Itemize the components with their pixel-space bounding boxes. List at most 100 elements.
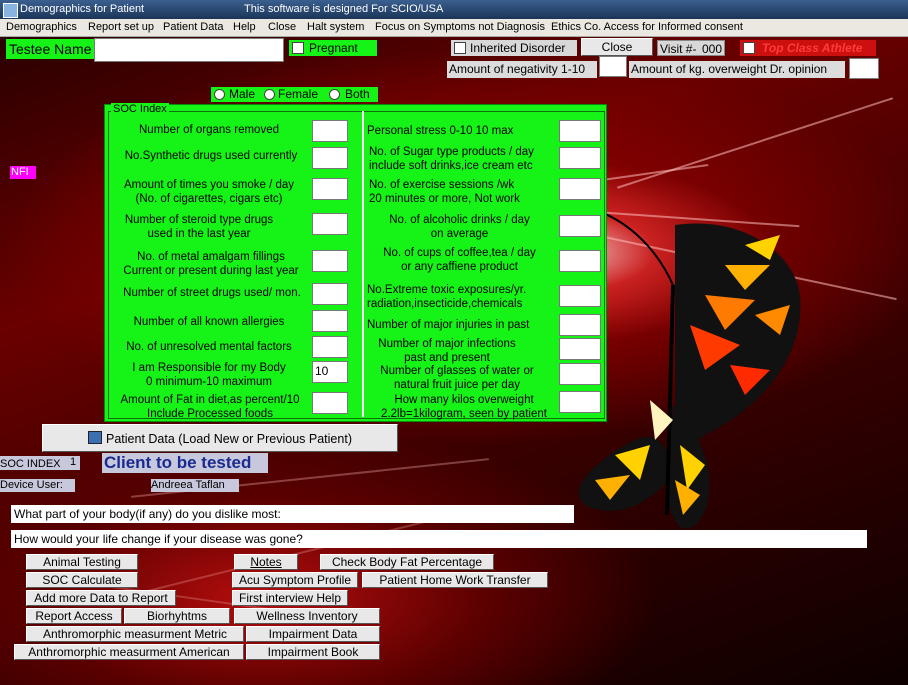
soc-right-input-5[interactable] (559, 250, 601, 272)
menu-patient-data[interactable]: Patient Data (163, 21, 224, 33)
soc-left-label-6: Number of street drugs used/ mon. (123, 287, 301, 299)
soc-left-label-2: No.Synthetic drugs used currently (124, 150, 298, 162)
male-label: Male (229, 87, 256, 101)
soc-right-label-2: No. of Sugar type products / day include… (369, 146, 534, 172)
notes-button[interactable]: Notes (234, 554, 298, 570)
menu-focus-symptoms[interactable]: Focus on Symptoms not Diagnosis (375, 21, 545, 33)
soc-right-input-2[interactable] (559, 147, 601, 169)
athlete-checkbox[interactable] (743, 42, 755, 54)
male-radio[interactable] (214, 89, 225, 100)
soc-index-status-value: 1 (70, 456, 80, 470)
soc-right-label-10: How many kilos overweight 2.2lb=1kilogra… (381, 394, 547, 420)
negativity-label: Amount of negativity 1-10 (447, 61, 597, 78)
title-bar: Demographics for Patient This software i… (0, 0, 908, 19)
soc-left-label-7: Number of all known allergies (133, 316, 285, 328)
testee-name-label: Testee Name (6, 39, 94, 59)
soc-right-label-8: Number of major infections past and pres… (378, 338, 516, 364)
soc-left-label-9: I am Responsible for my Body 0 minimum-1… (132, 362, 286, 388)
athlete-label: Top Class Athlete (762, 41, 863, 55)
biorhythms-button[interactable]: Biorhyhtms (124, 608, 230, 624)
soc-right-input-1[interactable] (559, 120, 601, 142)
soc-left-label-8: No. of unresolved mental factors (126, 341, 292, 353)
add-more-data-button[interactable]: Add more Data to Report (26, 590, 176, 606)
menu-demographics[interactable]: Demographics (6, 21, 77, 33)
first-interview-button[interactable]: First interview Help (232, 590, 348, 606)
soc-left-input-4[interactable] (312, 213, 348, 235)
pregnant-group: Pregnant (289, 40, 377, 56)
soc-index-panel: SOC Index Number of organs removed No.Sy… (104, 103, 607, 422)
menu-report-setup[interactable]: Report set up (88, 21, 154, 33)
menu-halt-system[interactable]: Halt system (307, 21, 364, 33)
window-title: Demographics for Patient (20, 3, 145, 15)
impairment-book-button[interactable]: Impairment Book (246, 644, 380, 660)
visit-group: Visit #- 000 (657, 40, 725, 56)
gender-group: Male Female Both (211, 87, 378, 102)
wellness-inventory-button[interactable]: Wellness Inventory (234, 608, 380, 624)
overweight-input[interactable] (849, 58, 879, 79)
soc-right-input-7[interactable] (559, 314, 601, 336)
patient-data-icon (88, 431, 103, 444)
soc-right-label-9: Number of glasses of water or natural fr… (380, 365, 534, 391)
window-subtitle: This software is designed For SCIO/USA (244, 3, 444, 15)
soc-left-input-3[interactable] (312, 178, 348, 200)
anthro-metric-button[interactable]: Anthromorphic measurment Metric (26, 626, 244, 642)
menu-close[interactable]: Close (268, 21, 296, 33)
soc-right-input-8[interactable] (559, 338, 601, 360)
soc-left-label-10: Amount of Fat in diet,as percent/10 Incl… (120, 394, 300, 420)
soc-right-input-6[interactable] (559, 285, 601, 307)
soc-left-input-9[interactable]: 10 (312, 361, 348, 383)
soc-left-input-5[interactable] (312, 250, 348, 272)
close-button[interactable]: Close (581, 38, 653, 56)
female-radio[interactable] (264, 89, 275, 100)
device-user-label: Device User: (0, 479, 75, 492)
anthro-american-button[interactable]: Anthromorphic measurment American (14, 644, 244, 660)
impairment-data-button[interactable]: Impairment Data (246, 626, 380, 642)
soc-right-input-4[interactable] (559, 215, 601, 237)
menu-help[interactable]: Help (233, 21, 256, 33)
soc-index-status-label: SOC INDEX (0, 456, 70, 470)
both-radio[interactable] (329, 89, 340, 100)
menu-ethics-access[interactable]: Ethics Co. Access for Informed consent (551, 21, 743, 33)
menu-bar: Demographics Report set up Patient Data … (0, 19, 908, 37)
soc-left-label-4: Number of steroid type drugs used in the… (124, 214, 274, 240)
soc-calculate-button[interactable]: SOC Calculate (26, 572, 138, 588)
testee-name-input[interactable] (94, 38, 284, 62)
soc-right-input-10[interactable] (559, 391, 601, 413)
patient-data-button-label: Patient Data (Load New or Previous Patie… (106, 432, 352, 446)
soc-right-input-9[interactable] (559, 363, 601, 385)
soc-right-label-7: Number of major injuries in past (367, 319, 530, 331)
app-icon (3, 3, 18, 18)
pregnant-checkbox[interactable] (292, 42, 304, 54)
visit-number: 000 (702, 42, 723, 56)
soc-left-input-8[interactable] (312, 336, 348, 358)
home-work-transfer-button[interactable]: Patient Home Work Transfer (362, 572, 548, 588)
soc-left-input-6[interactable] (312, 283, 348, 305)
animal-testing-button[interactable]: Animal Testing (26, 554, 138, 570)
soc-left-input-2[interactable] (312, 147, 348, 169)
soc-left-input-10[interactable] (312, 392, 348, 414)
soc-left-label-5: No. of metal amalgam fillings Current or… (123, 251, 299, 277)
report-access-button[interactable]: Report Access (26, 608, 122, 624)
soc-right-input-3[interactable] (559, 178, 601, 200)
nfi-indicator: NFI (10, 166, 36, 179)
athlete-group: Top Class Athlete (740, 40, 876, 56)
soc-right-label-1: Personal stress 0-10 10 max (367, 125, 514, 137)
patient-data-button[interactable]: Patient Data (Load New or Previous Patie… (42, 424, 398, 452)
soc-left-label-3: Amount of times you smoke / day (No. of … (123, 179, 295, 205)
soc-left-input-1[interactable] (312, 120, 348, 142)
acu-symptom-button[interactable]: Acu Symptom Profile (232, 572, 358, 588)
body-fat-button[interactable]: Check Body Fat Percentage (320, 554, 494, 570)
client-to-be-tested: Client to be tested (102, 453, 268, 473)
soc-left-input-7[interactable] (312, 310, 348, 332)
inherited-label: Inherited Disorder (470, 41, 566, 55)
device-user-value: Andreea Taflan (151, 479, 239, 492)
female-label: Female (278, 87, 319, 101)
life-change-input[interactable]: How would your life change if your disea… (11, 530, 867, 548)
visit-label: Visit #- (660, 42, 697, 56)
overweight-label: Amount of kg. overweight Dr. opinion (629, 61, 845, 78)
inherited-checkbox[interactable] (454, 42, 466, 54)
inherited-group: Inherited Disorder (451, 40, 577, 56)
dislike-body-input[interactable]: What part of your body(if any) do you di… (11, 505, 574, 523)
soc-right-label-3: No. of exercise sessions /wk 20 minutes … (369, 179, 520, 205)
negativity-input[interactable] (599, 56, 627, 77)
